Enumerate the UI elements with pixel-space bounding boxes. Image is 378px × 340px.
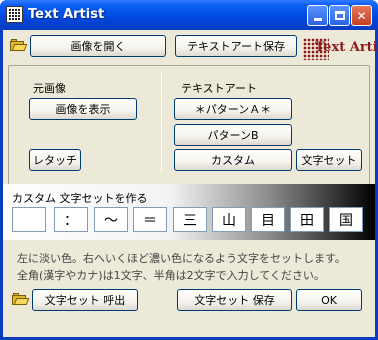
maximize-button[interactable] (329, 5, 350, 26)
custom-charset-heading: カスタム 文字セットを作る (12, 192, 148, 205)
char-input-6[interactable]: 山 (212, 207, 246, 232)
load-charset-button[interactable]: 文字セット 呼出 (32, 289, 138, 311)
close-button[interactable]: ✕ (351, 5, 372, 26)
char-input-5[interactable]: 三 (173, 207, 207, 232)
instruction-line-1: 左に淡い色。右へいくほど濃い色になるよう文字をセットします。 (17, 252, 346, 265)
minimize-icon (313, 18, 322, 21)
original-image-heading: 元画像 (33, 82, 66, 95)
instruction-line-2: 全角(漢字やカナ)は1文字、半角は2文字で入力してください。 (17, 269, 325, 282)
custom-button[interactable]: カスタム (174, 149, 292, 171)
ok-button[interactable]: OK (296, 289, 362, 311)
char-input-1[interactable] (12, 207, 46, 232)
charset-button[interactable]: 文字セット (296, 149, 362, 171)
pattern-a-button[interactable]: ＊パターンＡ＊ (174, 98, 292, 120)
retouch-button[interactable]: レタッチ (29, 149, 81, 171)
text-art-heading: テキストアート (181, 82, 258, 95)
folder-icon (10, 39, 28, 51)
folder-icon (12, 293, 30, 305)
minimize-button[interactable] (307, 5, 328, 26)
save-text-art-button[interactable]: テキストアート保存 (175, 35, 297, 57)
open-image-button[interactable]: 画像を開く (30, 35, 166, 57)
logo-text: Text Artist (315, 40, 378, 55)
show-image-button[interactable]: 画像を表示 (29, 98, 137, 120)
close-icon: ✕ (356, 8, 367, 23)
char-input-8[interactable]: 田 (290, 207, 324, 232)
maximize-icon (334, 11, 345, 20)
char-input-9[interactable]: 国 (329, 207, 363, 232)
client-area: 画像を開く テキストアート保存 Text Artist 元画像 画像を表示 レタ… (3, 30, 378, 337)
vertical-separator (161, 72, 162, 172)
char-input-4[interactable]: ＝ (133, 207, 167, 232)
char-input-3[interactable]: ～ (94, 207, 128, 232)
window-title: Text Artist (28, 7, 105, 22)
title-bar[interactable]: Text Artist ✕ (0, 0, 378, 30)
text-artist-logo: Text Artist (303, 37, 378, 61)
pattern-b-button[interactable]: パターンB (174, 124, 292, 146)
char-input-2[interactable]: ： (54, 207, 88, 232)
save-charset-button[interactable]: 文字セット 保存 (177, 289, 292, 311)
main-window: Text Artist ✕ 画像を開く テキストアート保存 Text Artis… (0, 0, 378, 340)
app-icon (6, 6, 23, 23)
char-input-7[interactable]: 目 (251, 207, 285, 232)
